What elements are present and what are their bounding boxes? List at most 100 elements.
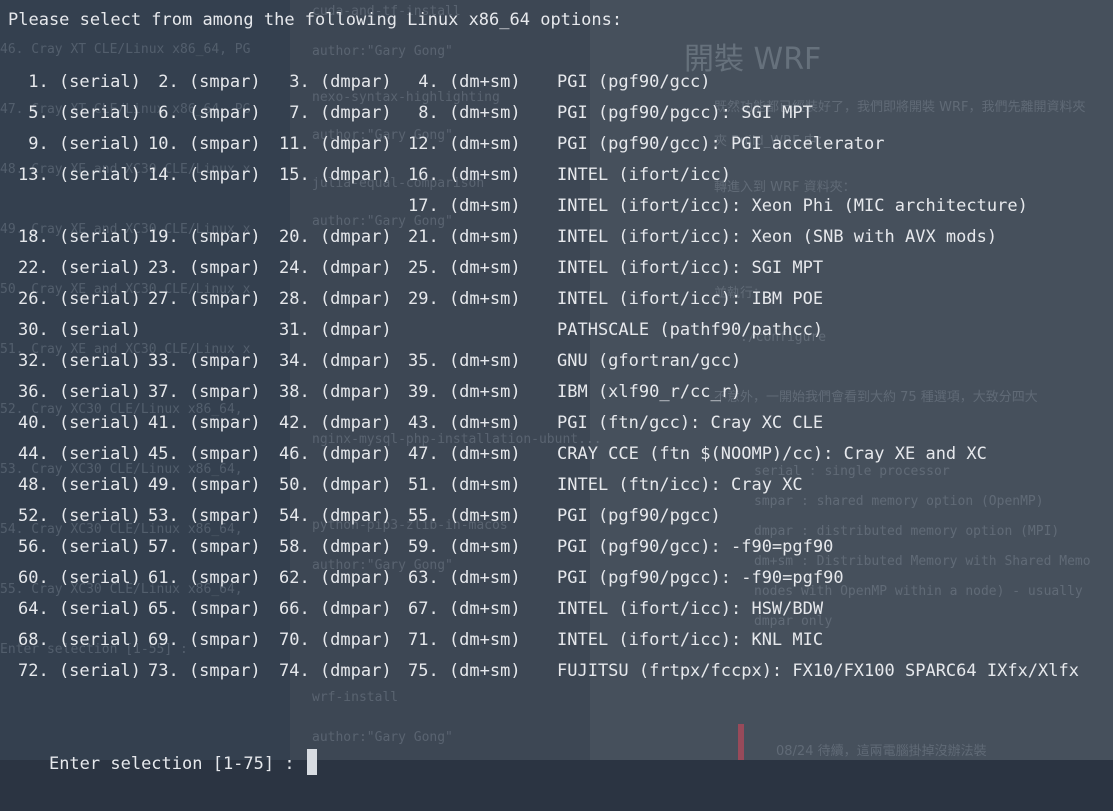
option-entry: 4. (dm+sm)	[408, 72, 521, 92]
option-entry: 23. (smpar)	[148, 258, 261, 278]
option-entry: 22. (serial)	[18, 258, 141, 278]
option-entry: 11. (dmpar)	[279, 134, 392, 154]
option-entry: 20. (dmpar)	[279, 227, 392, 247]
option-entry: 6. (smpar)	[148, 103, 261, 123]
option-compiler: PGI (pgf90/pgcc): -f90=pgf90	[557, 568, 844, 588]
option-entry: 43. (dm+sm)	[408, 413, 521, 433]
option-entry: 15. (dmpar)	[279, 165, 392, 185]
option-entry: 5. (serial)	[18, 103, 141, 123]
option-compiler: INTEL (ftn/icc): Cray XC	[557, 475, 803, 495]
text-cursor	[306, 749, 317, 775]
option-entry: 71. (dm+sm)	[408, 630, 521, 650]
option-row: 36. (serial) 37. (smpar) 38. (dmpar) 39. (d…	[0, 377, 1113, 408]
option-entry: 67. (dm+sm)	[408, 599, 521, 619]
option-compiler: IBM (xlf90_r/cc_r)	[557, 382, 742, 402]
option-entry: 35. (dm+sm)	[408, 351, 521, 371]
option-compiler: INTEL (ifort/icc): Xeon (SNB with AVX mo…	[557, 227, 998, 247]
option-entry: 60. (serial)	[18, 568, 141, 588]
option-row: 30. (serial) 31. (dmpar) PATHSCALE (pathf9…	[0, 315, 1113, 346]
prompt-line[interactable]: Enter selection [1-75] :	[8, 718, 317, 811]
option-entry: 25. (dm+sm)	[408, 258, 521, 278]
option-compiler: PGI (pgf90/gcc): PGI accelerator	[557, 134, 885, 154]
option-entry: 17. (dm+sm)	[408, 196, 521, 216]
option-compiler: PGI (pgf90/gcc): -f90=pgf90	[557, 537, 834, 557]
option-entry: 59. (dm+sm)	[408, 537, 521, 557]
option-entry: 66. (dmpar)	[279, 599, 392, 619]
option-row: 32. (serial) 33. (smpar) 34. (dmpar) 35. (d…	[0, 346, 1113, 377]
option-entry: 48. (serial)	[18, 475, 141, 495]
option-entry: 55. (dm+sm)	[408, 506, 521, 526]
option-entry: 26. (serial)	[18, 289, 141, 309]
option-entry: 28. (dmpar)	[279, 289, 392, 309]
option-row: 13. (serial) 14. (smpar) 15. (dmpar) 16. (d…	[0, 160, 1113, 191]
option-entry: 12. (dm+sm)	[408, 134, 521, 154]
option-row: 22. (serial) 23. (smpar) 24. (dmpar) 25. (d…	[0, 253, 1113, 284]
option-entry: 13. (serial)	[18, 165, 141, 185]
option-entry: 1. (serial)	[18, 72, 141, 92]
option-compiler: PGI (pgf90/pgcc)	[557, 506, 721, 526]
option-entry: 18. (serial)	[18, 227, 141, 247]
option-entry: 40. (serial)	[18, 413, 141, 433]
option-entry: 64. (serial)	[18, 599, 141, 619]
option-entry: 8. (dm+sm)	[408, 103, 521, 123]
option-compiler: FUJITSU (frtpx/fccpx): FX10/FX100 SPARC6…	[557, 661, 1079, 681]
option-entry: 52. (serial)	[18, 506, 141, 526]
option-entry: 31. (dmpar)	[279, 320, 392, 340]
option-entry: 54. (dmpar)	[279, 506, 392, 526]
option-entry: 38. (dmpar)	[279, 382, 392, 402]
option-entry: 9. (serial)	[18, 134, 141, 154]
option-compiler: INTEL (ifort/icc): IBM POE	[557, 289, 824, 309]
option-row: 40. (serial) 41. (smpar) 42. (dmpar) 43. (d…	[0, 408, 1113, 439]
option-compiler: PATHSCALE (pathf90/pathcc)	[557, 320, 824, 340]
option-row: 5. (serial) 6. (smpar) 7. (dmpar) 8. (dm…	[0, 98, 1113, 129]
option-row: 56. (serial) 57. (smpar) 58. (dmpar) 59. (d…	[0, 532, 1113, 563]
option-entry: 46. (dmpar)	[279, 444, 392, 464]
option-entry: 2. (smpar)	[148, 72, 261, 92]
option-entry: 45. (smpar)	[148, 444, 261, 464]
option-row: 26. (serial) 27. (smpar) 28. (dmpar) 29. (d…	[0, 284, 1113, 315]
option-entry: 21. (dm+sm)	[408, 227, 521, 247]
option-row: 72. (serial) 73. (smpar) 74. (dmpar) 75. (d…	[0, 656, 1113, 687]
option-entry: 14. (smpar)	[148, 165, 261, 185]
option-entry: 69. (smpar)	[148, 630, 261, 650]
option-compiler: GNU (gfortran/gcc)	[557, 351, 742, 371]
option-entry: 10. (smpar)	[148, 134, 261, 154]
option-entry: 42. (dmpar)	[279, 413, 392, 433]
option-entry: 58. (dmpar)	[279, 537, 392, 557]
terminal-header: Please select from among the following L…	[8, 10, 623, 30]
option-compiler: INTEL (ifort/icc): KNL MIC	[557, 630, 824, 650]
terminal[interactable]: Please select from among the following L…	[0, 0, 1113, 775]
option-compiler: PGI (pgf90/gcc)	[557, 72, 711, 92]
option-entry: 75. (dm+sm)	[408, 661, 521, 681]
option-row: 9. (serial) 10. (smpar) 11. (dmpar) 12. (dm…	[0, 129, 1113, 160]
option-row: 64. (serial) 65. (smpar) 66. (dmpar) 67. (d…	[0, 594, 1113, 625]
option-row: 18. (serial) 19. (smpar) 20. (dmpar) 21. (d…	[0, 222, 1113, 253]
option-compiler: INTEL (ifort/icc): HSW/BDW	[557, 599, 824, 619]
option-entry: 47. (dm+sm)	[408, 444, 521, 464]
option-entry: 7. (dmpar)	[279, 103, 392, 123]
option-entry: 72. (serial)	[18, 661, 141, 681]
option-entry: 50. (dmpar)	[279, 475, 392, 495]
option-entry: 53. (smpar)	[148, 506, 261, 526]
option-row: 48. (serial) 49. (smpar) 50. (dmpar) 51. (d…	[0, 470, 1113, 501]
option-entry: 24. (dmpar)	[279, 258, 392, 278]
option-compiler: INTEL (ifort/icc)	[557, 165, 731, 185]
option-entry: 39. (dm+sm)	[408, 382, 521, 402]
option-row: 52. (serial) 53. (smpar) 54. (dmpar) 55. (d…	[0, 501, 1113, 532]
option-entry: 51. (dm+sm)	[408, 475, 521, 495]
option-entry: 41. (smpar)	[148, 413, 261, 433]
prompt-text: Enter selection [1-75] :	[48, 754, 305, 774]
option-entry: 57. (smpar)	[148, 537, 261, 557]
option-entry: 30. (serial)	[18, 320, 141, 340]
option-entry: 29. (dm+sm)	[408, 289, 521, 309]
option-compiler: PGI (pgf90/pgcc): SGI MPT	[557, 103, 813, 123]
option-compiler: INTEL (ifort/icc): SGI MPT	[557, 258, 824, 278]
option-compiler: INTEL (ifort/icc): Xeon Phi (MIC archite…	[557, 196, 1028, 216]
option-entry: 62. (dmpar)	[279, 568, 392, 588]
option-entry: 34. (dmpar)	[279, 351, 392, 371]
option-entry: 27. (smpar)	[148, 289, 261, 309]
option-entry: 44. (serial)	[18, 444, 141, 464]
option-row: 44. (serial) 45. (smpar) 46. (dmpar) 47. (d…	[0, 439, 1113, 470]
option-entry: 16. (dm+sm)	[408, 165, 521, 185]
option-compiler: PGI (ftn/gcc): Cray XC CLE	[557, 413, 824, 433]
